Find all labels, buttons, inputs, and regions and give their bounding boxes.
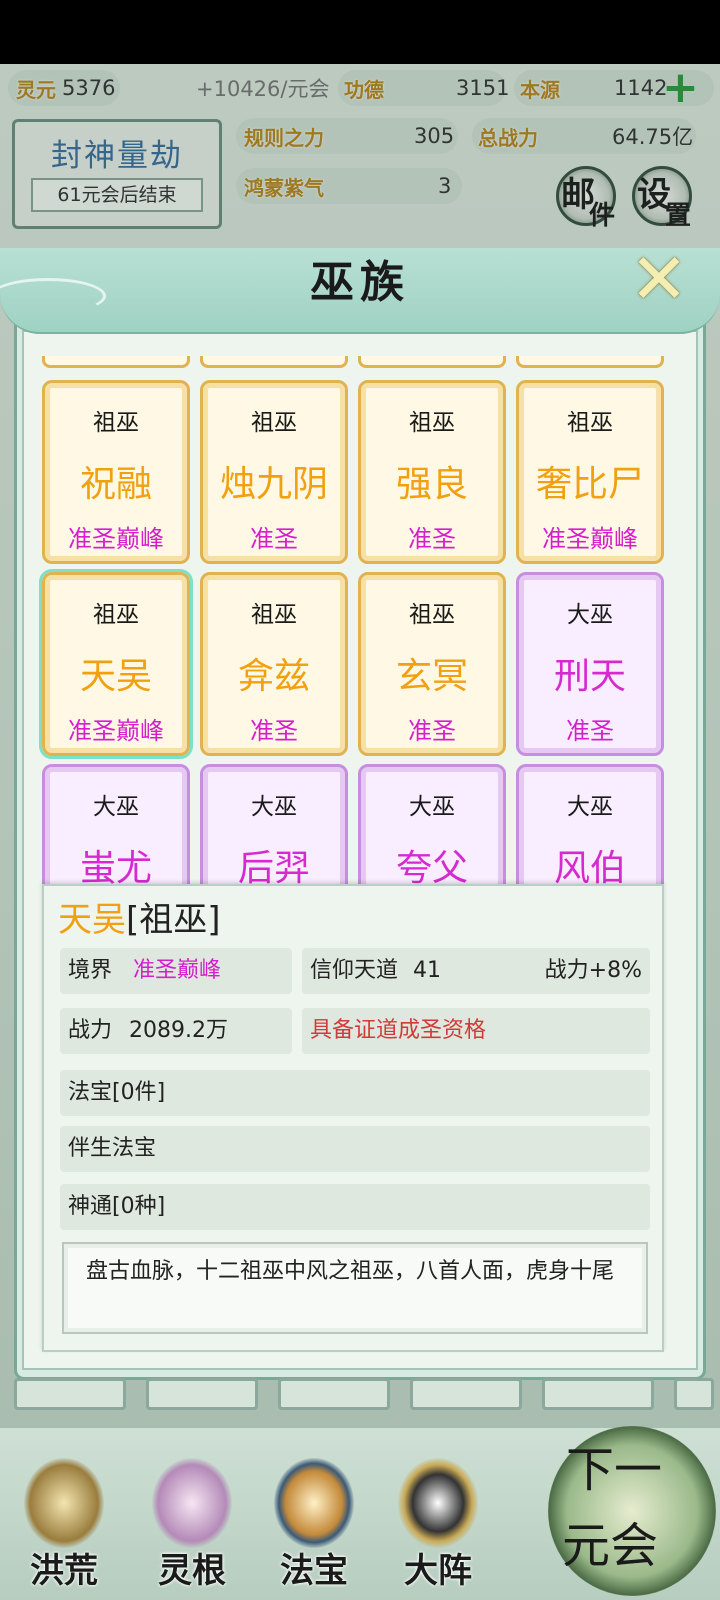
nav-label: 灵根 (158, 1551, 226, 1591)
treasure-row[interactable]: 法宝[0件] (60, 1070, 650, 1116)
card-rank: 大巫 (567, 794, 613, 820)
slot (278, 1378, 390, 1410)
faith-value: 41 (413, 958, 442, 983)
card-level: 准圣 (250, 717, 298, 745)
card-cap (42, 356, 190, 368)
realm-label: 境界 (68, 958, 113, 983)
member-card[interactable]: 祖巫 烛九阴 准圣 (200, 380, 348, 564)
nav-honghuang[interactable]: 洪荒 (14, 1448, 114, 1598)
card-level: 准圣 (250, 525, 298, 553)
card-name: 强良 (395, 464, 468, 505)
card-rank: 祖巫 (251, 602, 297, 628)
slot (410, 1378, 522, 1410)
card-level: 准圣巅峰 (542, 525, 638, 553)
card-name: 天吴 (79, 656, 152, 697)
companion-treasure-row[interactable]: 伴生法宝 (60, 1126, 650, 1172)
member-card[interactable]: 祖巫 奢比尸 准圣巅峰 (516, 380, 664, 564)
treasure-icon (274, 1458, 354, 1548)
card-name: 弇兹 (237, 656, 310, 697)
modal-title: 巫族 (310, 257, 410, 308)
detail-rank: [祖巫] (126, 900, 221, 940)
nav-label: 大阵 (404, 1551, 472, 1591)
member-card[interactable]: 祖巫 弇兹 准圣 (200, 572, 348, 756)
qualification-row: 具备证道成圣资格 (302, 1008, 650, 1054)
taiji-icon (398, 1458, 478, 1548)
card-rank: 祖巫 (93, 410, 139, 436)
member-card-selected[interactable]: 祖巫 天吴 准圣巅峰 (39, 569, 193, 759)
card-name: 刑天 (553, 656, 626, 697)
slot (14, 1378, 126, 1410)
card-rank: 大巫 (93, 794, 139, 820)
card-rank: 祖巫 (567, 410, 613, 436)
next-era-button[interactable]: 下一 元会 (548, 1426, 716, 1596)
realm-row: 境界 准圣巅峰 (60, 948, 292, 994)
power-value: 2089.2万 (129, 1018, 228, 1043)
nav-label: 法宝 (280, 1551, 348, 1591)
card-cap (516, 356, 664, 368)
member-card[interactable]: 大巫 刑天 准圣 (516, 572, 664, 756)
card-rank: 祖巫 (251, 410, 297, 436)
card-name: 烛九阴 (219, 464, 328, 505)
card-level: 准圣巅峰 (68, 525, 164, 553)
realm-value: 准圣巅峰 (133, 958, 222, 983)
member-card[interactable]: 祖巫 祝融 准圣巅峰 (42, 380, 190, 564)
abilities-row[interactable]: 神通[0种] (60, 1184, 650, 1230)
card-rank: 大巫 (251, 794, 297, 820)
faith-label: 信仰天道 (310, 958, 399, 983)
status-bar (0, 0, 720, 64)
power-bonus: 战力+8% (544, 958, 642, 983)
slot (542, 1378, 654, 1410)
power-label: 战力 (68, 1018, 113, 1043)
description: 盘古血脉，十二祖巫中风之祖巫，八首人面，虎身十尾 (62, 1242, 648, 1334)
power-row: 战力 2089.2万 (60, 1008, 292, 1054)
card-rank: 祖巫 (409, 410, 455, 436)
card-level: 准圣 (408, 525, 456, 553)
card-rank: 大巫 (567, 602, 613, 628)
member-card[interactable]: 祖巫 玄冥 准圣 (358, 572, 506, 756)
next-label-bottom: 元会 (562, 1518, 659, 1574)
nav-label: 洪荒 (30, 1551, 98, 1591)
faith-row: 信仰天道 41 战力+8% (302, 948, 650, 994)
lotus-icon (152, 1458, 232, 1548)
nav-dazhen[interactable]: 大阵 (388, 1448, 488, 1598)
card-name: 祝融 (79, 464, 152, 505)
detail-name: 天吴 (58, 900, 126, 940)
nav-fabao[interactable]: 法宝 (264, 1448, 364, 1598)
member-card[interactable]: 祖巫 强良 准圣 (358, 380, 506, 564)
card-name: 奢比尸 (535, 464, 644, 505)
card-rank: 祖巫 (93, 602, 139, 628)
next-label-top: 下一 (566, 1442, 663, 1498)
detail-panel: 天吴[祖巫] 境界 准圣巅峰 信仰天道 41 战力+8% 战力 2089.2万 … (42, 884, 664, 1352)
detail-header: 天吴[祖巫] (58, 892, 221, 941)
card-rank: 祖巫 (409, 602, 455, 628)
slot (146, 1378, 258, 1410)
slot (674, 1378, 714, 1410)
close-button[interactable]: ✕ (628, 244, 690, 314)
card-name: 玄冥 (395, 656, 468, 697)
nav-linggen[interactable]: 灵根 (142, 1448, 242, 1598)
card-cap (358, 356, 506, 368)
card-cap (200, 356, 348, 368)
mountain-icon (24, 1458, 104, 1548)
card-level: 准圣 (566, 717, 614, 745)
card-rank: 大巫 (409, 794, 455, 820)
card-level: 准圣 (408, 717, 456, 745)
card-level: 准圣巅峰 (68, 717, 164, 745)
